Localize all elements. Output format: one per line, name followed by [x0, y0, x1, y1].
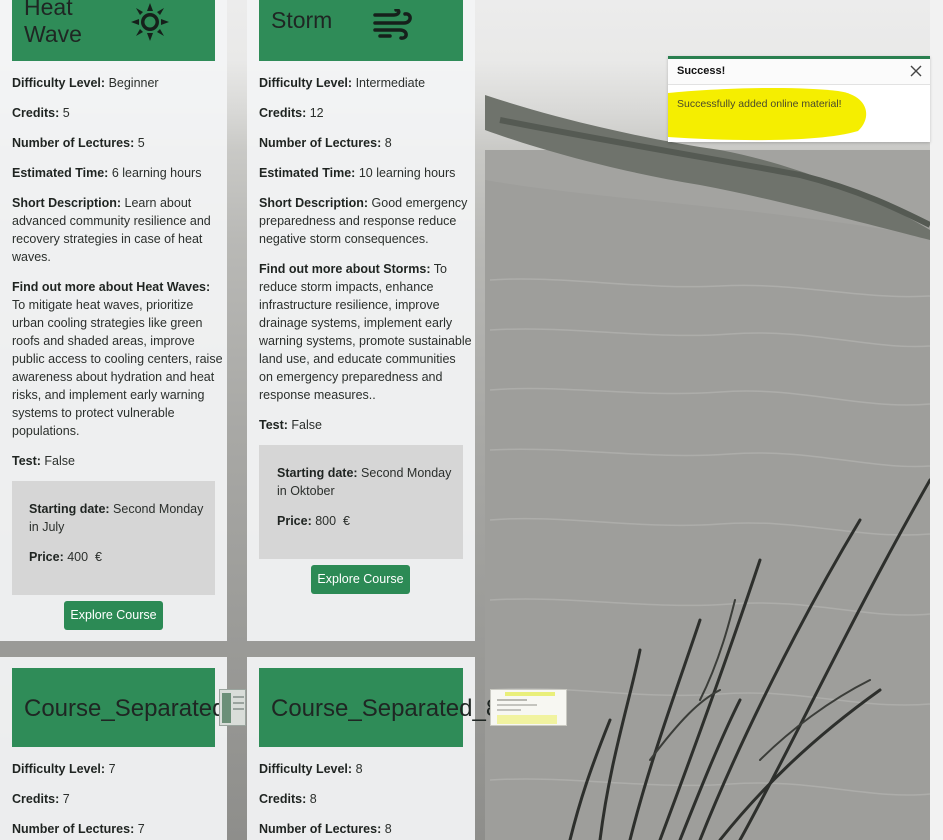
- wind-icon: [373, 9, 412, 40]
- time-field: Estimated Time: 10 learning hours: [259, 166, 456, 180]
- find-out-more: Find out more about Storms: To reduce st…: [259, 262, 472, 402]
- toast-header: Success!: [668, 59, 930, 85]
- time-field: Estimated Time: 6 learning hours: [12, 166, 202, 180]
- difficulty-field: Difficulty Level: 8: [259, 762, 363, 776]
- difficulty-field: Difficulty Level: Beginner: [12, 76, 159, 90]
- explore-course-button[interactable]: Explore Course: [64, 601, 163, 630]
- difficulty-field: Difficulty Level: 7: [12, 762, 116, 776]
- credits-field: Credits: 8: [259, 792, 317, 806]
- course-header: Storm: [259, 0, 463, 61]
- price-box: Starting date: Second Monday in Oktober …: [259, 445, 463, 559]
- price-box: Starting date: Second Monday in July Pri…: [12, 481, 215, 595]
- test-field: Test: False: [12, 454, 75, 468]
- lectures-field: Number of Lectures: 8: [259, 136, 392, 150]
- credits-field: Credits: 7: [12, 792, 70, 806]
- course-thumbnail: [219, 689, 246, 726]
- course-header: Heat Wave: [12, 0, 215, 61]
- lectures-field: Number of Lectures: 8: [259, 822, 392, 836]
- credits-field: Credits: 5: [12, 106, 70, 120]
- close-icon[interactable]: [908, 63, 924, 79]
- course-title: Heat Wave: [24, 0, 82, 47]
- explore-course-button[interactable]: Explore Course: [311, 565, 410, 594]
- course-title: Course_Separated_8: [271, 695, 500, 722]
- short-description: Short Description: Learn about advanced …: [12, 196, 211, 264]
- course-header: Course_Separated: [12, 668, 225, 747]
- course-thumbnail: [490, 689, 567, 726]
- short-description: Short Description: Good emergency prepar…: [259, 196, 468, 246]
- credits-field: Credits: 12: [259, 106, 324, 120]
- toast-title: Success!: [677, 65, 726, 77]
- starting-date: Starting date: Second Monday in Oktober: [277, 466, 452, 498]
- course-header: Course_Separated_8: [259, 668, 499, 747]
- price: Price: 800 €: [277, 514, 350, 528]
- lectures-field: Number of Lectures: 5: [12, 136, 145, 150]
- sun-icon: [131, 3, 169, 41]
- success-toast: Success! Successfully added online mater…: [668, 56, 930, 142]
- toast-message: Successfully added online material!: [677, 98, 842, 110]
- starting-date: Starting date: Second Monday in July: [29, 502, 204, 534]
- test-field: Test: False: [259, 418, 322, 432]
- difficulty-field: Difficulty Level: Intermediate: [259, 76, 426, 90]
- course-title: Storm: [271, 7, 333, 33]
- course-title: Course_Separated: [24, 695, 226, 722]
- price: Price: 400 €: [29, 550, 102, 564]
- highlight-mark: [668, 87, 867, 141]
- find-out-more: Find out more about Heat Waves: To mitig…: [12, 280, 223, 438]
- lectures-field: Number of Lectures: 7: [12, 822, 145, 836]
